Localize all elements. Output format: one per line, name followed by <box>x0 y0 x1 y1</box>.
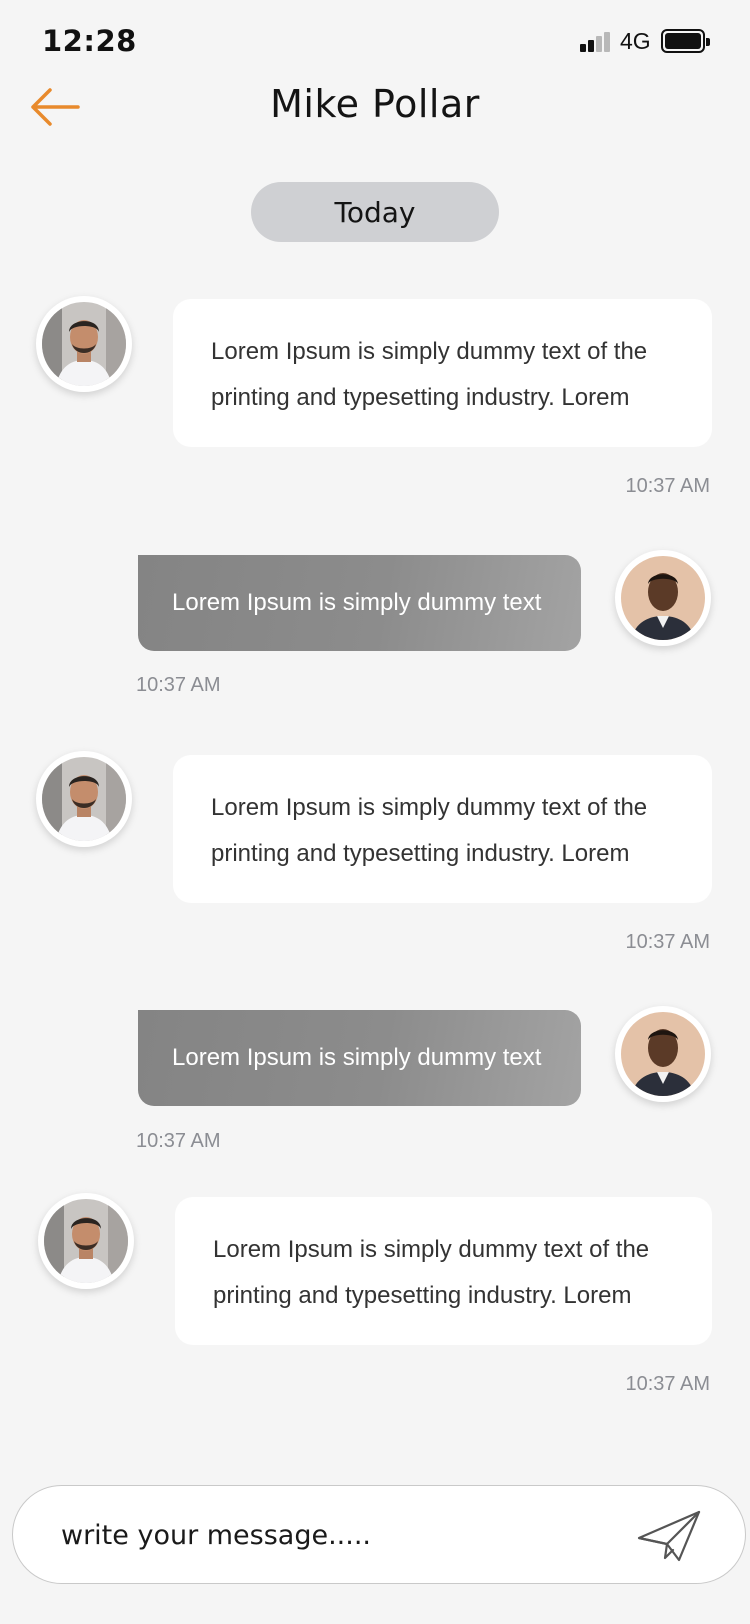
chat-header: Mike Pollar <box>0 72 750 142</box>
message-timestamp: 10:37 AM <box>625 475 710 497</box>
status-time: 12:28 <box>42 24 137 58</box>
message-text-line: printing and typesetting industry. Lorem <box>213 1282 632 1309</box>
contact-photo <box>44 1199 128 1283</box>
contact-avatar[interactable] <box>36 296 132 392</box>
date-separator: Today <box>251 182 499 242</box>
outgoing-message-bubble[interactable]: Lorem Ipsum is simply dummy text <box>138 1010 581 1106</box>
user-avatar[interactable] <box>615 1006 711 1102</box>
message-text-line: printing and typesetting industry. Lorem <box>211 840 630 867</box>
send-button[interactable] <box>635 1508 703 1564</box>
incoming-message-bubble[interactable]: Lorem Ipsum is simply dummy text of the … <box>173 755 712 903</box>
contact-name: Mike Pollar <box>270 82 480 126</box>
paper-plane-icon <box>637 1510 701 1562</box>
message-text-line: Lorem Ipsum is simply dummy text of the <box>211 338 648 365</box>
user-avatar[interactable] <box>615 550 711 646</box>
incoming-message-bubble[interactable]: Lorem Ipsum is simply dummy text of the … <box>173 299 712 447</box>
message-timestamp: 10:37 AM <box>136 674 221 696</box>
message-timestamp: 10:37 AM <box>625 931 710 953</box>
signal-strength-icon <box>580 32 612 52</box>
contact-photo <box>42 757 126 841</box>
contact-avatar[interactable] <box>36 751 132 847</box>
user-photo <box>621 1012 705 1096</box>
battery-icon <box>661 29 710 53</box>
message-text-line: printing and typesetting industry. Lorem <box>211 384 630 411</box>
message-text-line: Lorem Ipsum is simply dummy text of the <box>213 1236 650 1263</box>
message-text-line: Lorem Ipsum is simply dummy text of the <box>211 794 648 821</box>
outgoing-message-bubble[interactable]: Lorem Ipsum is simply dummy text <box>138 555 581 651</box>
message-text: Lorem Ipsum is simply dummy text <box>172 1044 542 1071</box>
incoming-message-bubble[interactable]: Lorem Ipsum is simply dummy text of the … <box>175 1197 712 1345</box>
message-composer <box>12 1485 746 1584</box>
message-timestamp: 10:37 AM <box>625 1373 710 1395</box>
contact-photo <box>42 302 126 386</box>
user-photo <box>621 556 705 640</box>
contact-avatar[interactable] <box>38 1193 134 1289</box>
message-text: Lorem Ipsum is simply dummy text <box>172 589 542 616</box>
message-timestamp: 10:37 AM <box>136 1130 221 1152</box>
chat-screen: 12:28 4G Mike Pollar Today Lorem Ipsum i… <box>0 0 750 1624</box>
network-type: 4G <box>620 28 651 54</box>
message-input[interactable] <box>61 1508 581 1562</box>
